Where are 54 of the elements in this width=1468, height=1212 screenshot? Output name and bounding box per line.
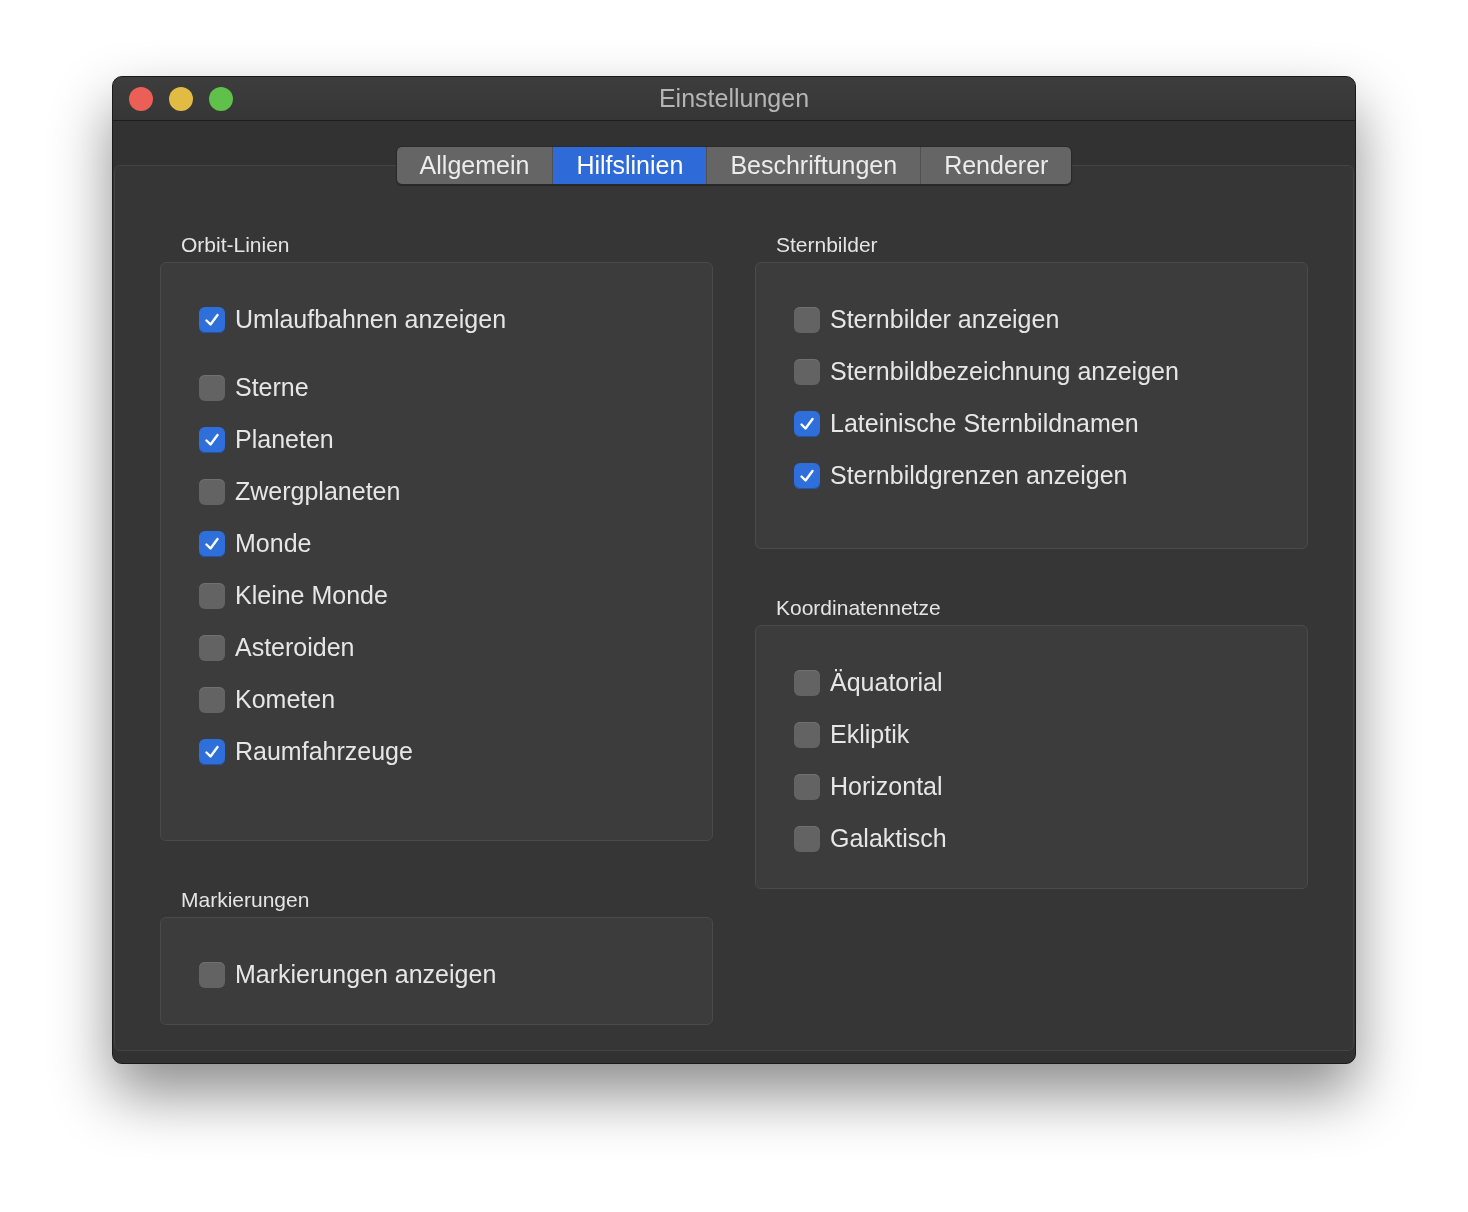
minimize-button[interactable] — [169, 87, 193, 111]
checkbox-label: Sternbildgrenzen anzeigen — [830, 460, 1128, 492]
checkbox-label: Lateinische Sternbildnamen — [830, 408, 1139, 440]
checkmark-icon — [798, 467, 816, 485]
checkbox[interactable] — [794, 359, 820, 385]
checkbox-label: Horizontal — [830, 771, 943, 803]
group-title: Sternbilder — [776, 232, 879, 258]
window-title: Einstellungen — [658, 82, 810, 114]
close-button[interactable] — [129, 87, 153, 111]
checkbox[interactable] — [794, 722, 820, 748]
checkbox[interactable] — [199, 479, 225, 505]
checkbox[interactable] — [794, 670, 820, 696]
checkbox-label: Sternbildbezeichnung anzeigen — [830, 356, 1179, 388]
checkbox-label: Galaktisch — [830, 823, 947, 855]
checkbox-label: Kleine Monde — [235, 580, 388, 612]
checkmark-icon — [203, 535, 221, 553]
checkbox-label: Asteroiden — [235, 632, 355, 664]
checkbox-label: Sternbilder anzeigen — [830, 304, 1060, 336]
zoom-button[interactable] — [209, 87, 233, 111]
checkbox[interactable] — [199, 375, 225, 401]
group-title: Markierungen — [181, 887, 311, 913]
checkbox-label: Monde — [235, 528, 312, 560]
tab[interactable]: Allgemein — [396, 147, 553, 184]
checkbox-label: Kometen — [235, 684, 336, 716]
group-title: Koordinatennetze — [776, 595, 942, 621]
checkmark-icon — [798, 415, 816, 433]
checkmark-icon — [203, 431, 221, 449]
checkbox[interactable] — [199, 739, 225, 765]
checkbox[interactable] — [199, 687, 225, 713]
checkbox-label: Planeten — [235, 424, 334, 456]
checkbox-label: Zwergplaneten — [235, 476, 401, 508]
tab[interactable]: Beschriftungen — [706, 147, 921, 184]
checkbox[interactable] — [794, 826, 820, 852]
checkbox-label: Markierungen anzeigen — [235, 959, 497, 991]
checkbox-label: Äquatorial — [830, 667, 943, 699]
checkbox[interactable] — [199, 531, 225, 557]
checkmark-icon — [203, 311, 221, 329]
checkbox[interactable] — [794, 307, 820, 333]
checkbox[interactable] — [199, 635, 225, 661]
checkbox[interactable] — [794, 411, 820, 437]
checkbox[interactable] — [794, 463, 820, 489]
checkbox-label: Raumfahrzeuge — [235, 736, 413, 768]
checkbox[interactable] — [199, 427, 225, 453]
checkbox-label: Ekliptik — [830, 719, 910, 751]
tab[interactable]: Hilfslinien — [552, 147, 707, 184]
group-title: Orbit-Linien — [181, 232, 291, 258]
tab[interactable]: Renderer — [920, 147, 1072, 184]
checkbox[interactable] — [199, 583, 225, 609]
checkmark-icon — [203, 743, 221, 761]
checkbox[interactable] — [794, 774, 820, 800]
checkbox-label: Sterne — [235, 372, 309, 404]
checkbox-label: Umlaufbahnen anzeigen — [235, 304, 507, 336]
checkbox[interactable] — [199, 307, 225, 333]
checkbox[interactable] — [199, 962, 225, 988]
